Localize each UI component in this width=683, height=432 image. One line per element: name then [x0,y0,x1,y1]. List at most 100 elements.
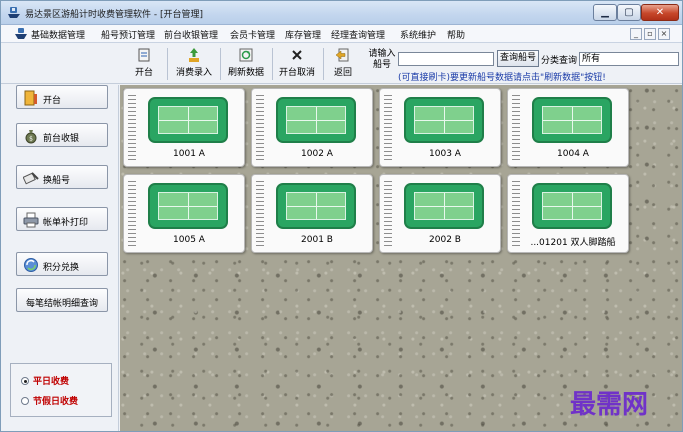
boat-card[interactable]: 2002 B [379,174,501,253]
rate-type-group: 平日收费 节假日收费 [10,363,112,417]
notebook-spiral [512,181,520,247]
cancel-open-tool-button[interactable]: 开台取消 [274,45,320,82]
side-transaction-detail-button[interactable]: 每笔结帐明细查询 [16,288,108,312]
toolbar-separator [220,48,221,80]
radio-dot [21,397,29,405]
notebook-spiral [128,95,136,161]
side-front-cashier-label: 前台收银 [43,134,80,144]
boat-number-input[interactable] [398,52,494,66]
menu-help[interactable]: 帮助 [447,28,465,41]
side-transaction-detail-label: 每笔结帐明细查询 [25,299,98,309]
swap-card-icon [23,172,39,185]
holiday-rate-label: 节假日收费 [33,397,79,407]
menu-system-maintenance[interactable]: 系统维护 [400,28,436,41]
boat-number-label: 2002 B [429,235,461,245]
refresh-data-icon [239,48,253,62]
search-boat-label: 请输入船号 [368,49,396,70]
menu-front-cashier[interactable]: 前台收银管理 [164,28,218,41]
open-table-tool-button[interactable]: 开台 [125,45,163,82]
menu-manager-query[interactable]: 经理查询管理 [331,28,385,41]
mdi-minimize-button[interactable]: _ [630,28,642,40]
mdi-restore-button[interactable]: ▫ [644,28,656,40]
boat-number-label: 1002 A [301,149,333,159]
boat-number-label: 1003 A [429,149,461,159]
side-front-cashier-button[interactable]: $ 前台收银 [16,123,108,147]
toolbar-separator [167,48,168,80]
back-tool-label: 返回 [333,68,352,78]
minimize-button[interactable]: ▁ [593,4,617,21]
menu-member-card[interactable]: 会员卡管理 [230,28,275,41]
mdi-close-button[interactable]: × [658,28,670,40]
boat-card[interactable]: 1002 A [251,88,373,167]
boat-status-icon [276,183,356,229]
menu-inventory[interactable]: 库存管理 [285,28,321,41]
watermark-logo: 最需网 [570,390,649,420]
notebook-spiral [384,95,392,161]
open-table-icon [138,48,150,62]
consumption-entry-tool-label: 消费录入 [175,68,212,78]
boat-card[interactable]: 1001 A [123,88,245,167]
back-tool-button[interactable]: 返回 [326,45,360,82]
left-sidebar: 开台 $ 前台收银 换船号 帐单补打印 积分兑换 每笔结帐明细查询 平日收费 节… [1,85,119,431]
category-query-label: 分类查询 [541,56,578,66]
side-open-table-label: 开台 [43,96,62,106]
boat-card[interactable]: 1004 A [507,88,629,167]
consumption-entry-tool-button[interactable]: 消费录入 [171,45,217,82]
boat-card[interactable]: ...01201 双人脚踏船 [507,174,629,253]
open-door-icon [24,90,37,106]
menu-bar: 基础数据管理 船号预订管理 前台收银管理 会员卡管理 库存管理 经理查询管理 系… [1,25,682,43]
boat-number-label: 1004 A [557,149,589,159]
menu-boat-booking[interactable]: 船号预订管理 [101,28,155,41]
cancel-open-tool-label: 开台取消 [278,68,315,78]
notebook-spiral [256,181,264,247]
back-icon [335,48,349,62]
category-select[interactable]: 所有 [579,52,679,66]
consumption-entry-icon [189,48,199,62]
title-bar: 易达景区游船计时收费管理软件 - [开台管理] ▁ ▢ ✕ [1,1,682,25]
boat-app-icon [8,7,20,18]
side-reprint-bill-label: 帐单补打印 [43,218,89,228]
side-change-boat-button[interactable]: 换船号 [16,165,108,189]
side-reprint-bill-button[interactable]: 帐单补打印 [16,207,108,231]
boat-status-icon [148,183,228,229]
money-bag-icon: $ [25,130,37,144]
refresh-data-tool-label: 刷新数据 [227,68,264,78]
boat-card[interactable]: 1003 A [379,88,501,167]
menu-basic-data[interactable]: 基础数据管理 [31,28,85,41]
maximize-button[interactable]: ▢ [617,4,641,21]
side-open-table-button[interactable]: 开台 [16,85,108,109]
boat-status-icon [404,97,484,143]
open-table-tool-label: 开台 [134,68,153,78]
exchange-arrows-icon [24,258,38,272]
toolbar-separator [323,48,324,80]
boat-number-label: 1005 A [173,235,205,245]
boat-status-icon [532,97,612,143]
close-button[interactable]: ✕ [641,4,679,21]
boat-card[interactable]: 1005 A [123,174,245,253]
cancel-x-icon [292,50,302,60]
boat-grid-area: 1001 A 1002 A 1003 A 1004 A 1005 A 2001 … [120,85,682,431]
radio-dot-selected [21,377,29,385]
boat-number-label: 2001 B [301,235,333,245]
notebook-spiral [128,181,136,247]
side-points-exchange-button[interactable]: 积分兑换 [16,252,108,276]
holiday-rate-radio[interactable]: 节假日收费 [21,394,78,407]
weekday-rate-label: 平日收费 [33,377,70,387]
search-boat-button[interactable]: 查询船号 [497,50,539,67]
boat-status-icon [404,183,484,229]
notebook-spiral [256,95,264,161]
svg-text:$: $ [29,136,33,143]
weekday-rate-radio[interactable]: 平日收费 [21,374,69,387]
boat-status-icon [276,97,356,143]
boat-status-icon [148,97,228,143]
side-change-boat-label: 换船号 [43,176,71,186]
boat-number-label: 1001 A [173,149,205,159]
printer-icon [23,212,39,228]
boat-number-label: ...01201 双人脚踏船 [530,238,616,248]
boat-card[interactable]: 2001 B [251,174,373,253]
refresh-data-tool-button[interactable]: 刷新数据 [223,45,269,82]
window-title: 易达景区游船计时收费管理软件 - [开台管理] [25,10,203,20]
app-window: 易达景区游船计时收费管理软件 - [开台管理] ▁ ▢ ✕ 基础数据管理 船号预… [0,0,683,432]
toolbar: 开台 消费录入 刷新数据 开台取消 返回 请输入船号 查询船号 分类查询 所有 … [1,44,682,84]
notebook-spiral [512,95,520,161]
